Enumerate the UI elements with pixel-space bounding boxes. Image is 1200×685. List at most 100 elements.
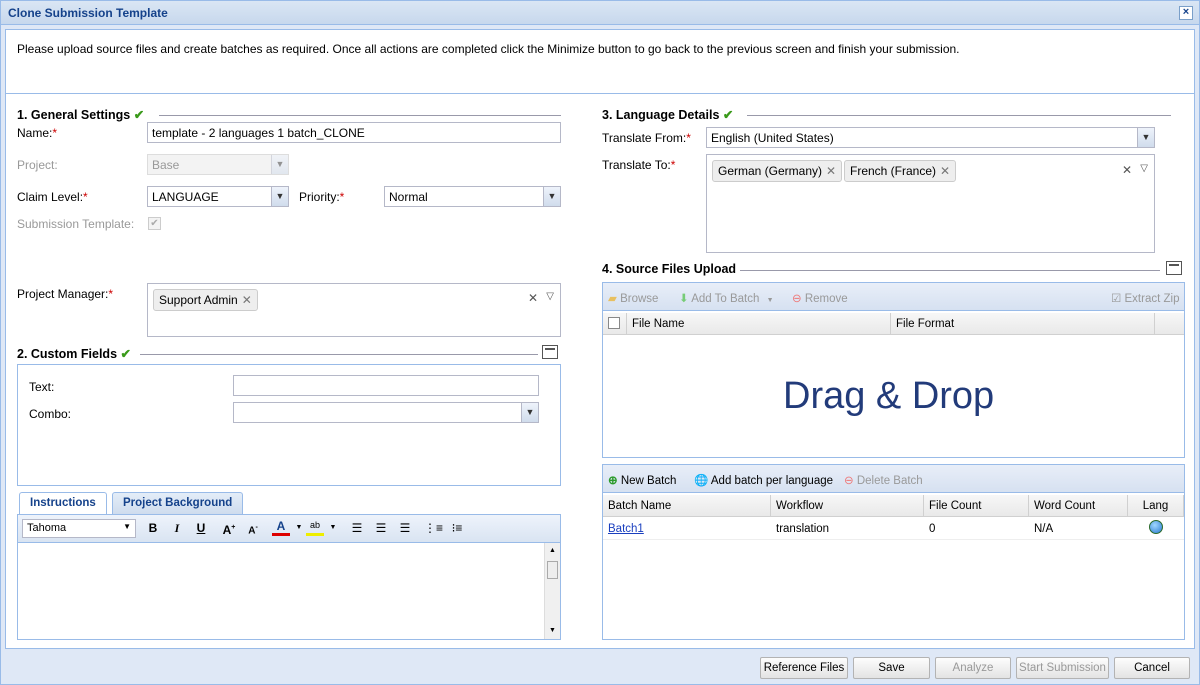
col-batch-name[interactable]: Batch Name bbox=[603, 495, 771, 516]
title-bar[interactable]: Clone Submission Template × bbox=[1, 1, 1199, 25]
workflow-cell: translation bbox=[776, 523, 830, 535]
font-color-icon[interactable]: A bbox=[272, 519, 290, 536]
underline-icon[interactable]: U bbox=[192, 519, 210, 537]
project-label: Project: bbox=[17, 158, 58, 172]
collapse-icon[interactable] bbox=[542, 345, 558, 359]
unordered-list-icon[interactable]: ⁝≡ bbox=[448, 519, 466, 537]
analyze-button[interactable]: Analyze bbox=[935, 657, 1011, 679]
batch-grid-header: Batch Name Workflow File Count Word Coun… bbox=[603, 495, 1184, 517]
divider bbox=[740, 270, 1160, 271]
arrow-down-icon: ⬇ bbox=[679, 293, 689, 305]
editor-text-area[interactable] bbox=[18, 543, 544, 639]
font-size-down-icon[interactable]: A- bbox=[244, 519, 262, 537]
extract-zip-checkbox[interactable]: ☑ Extract Zip bbox=[1111, 291, 1179, 305]
language-details-heading: 3. Language Details ✔ bbox=[602, 107, 733, 122]
priority-select[interactable]: Normal ▼ bbox=[384, 186, 561, 207]
new-batch-button[interactable]: ⊕ New Batch bbox=[608, 473, 676, 487]
custom-fields-title: 2. Custom Fields bbox=[17, 347, 118, 361]
upload-toolbar: ▰ Browse ⬇ Add To Batch ▼ ⊖ Remove ☑ Ext… bbox=[603, 283, 1184, 311]
chevron-down-icon[interactable]: ▽ bbox=[1140, 163, 1148, 174]
col-file-count[interactable]: File Count bbox=[924, 495, 1029, 516]
bold-icon[interactable]: B bbox=[144, 519, 162, 537]
translate-to-input[interactable]: German (Germany) ✕ French (France) ✕ ✕ ▽ bbox=[706, 154, 1155, 253]
chevron-down-icon[interactable]: ▽ bbox=[546, 291, 554, 302]
name-input[interactable]: template - 2 languages 1 batch_CLONE bbox=[147, 122, 561, 143]
clear-icon[interactable]: ✕ bbox=[1122, 163, 1132, 177]
scroll-thumb[interactable] bbox=[547, 561, 558, 579]
text-field-label: Text: bbox=[29, 380, 55, 394]
col-word-count[interactable]: Word Count bbox=[1029, 495, 1128, 516]
chevron-down-icon[interactable]: ▼ bbox=[271, 187, 288, 206]
general-settings-heading: 1. General Settings ✔ bbox=[17, 107, 144, 122]
chevron-down-icon[interactable]: ▼ bbox=[1137, 128, 1154, 147]
chevron-down-icon[interactable]: ▼ bbox=[543, 187, 560, 206]
project-manager-input[interactable]: Support Admin ✕ ✕ ▽ bbox=[147, 283, 561, 337]
submission-template-checkbox: ✔ bbox=[148, 217, 161, 230]
claim-level-select[interactable]: LANGUAGE ▼ bbox=[147, 186, 289, 207]
font-select[interactable]: Tahoma ▼ bbox=[22, 519, 136, 538]
source-files-heading: 4. Source Files Upload bbox=[602, 262, 737, 276]
col-file-name[interactable]: File Name bbox=[627, 313, 891, 334]
files-grid-header: File Name File Format bbox=[603, 313, 1184, 335]
tab-project-background[interactable]: Project Background bbox=[112, 492, 244, 514]
close-icon[interactable]: × bbox=[1179, 6, 1193, 20]
info-panel: Please upload source files and create ba… bbox=[6, 30, 1194, 94]
add-to-batch-button[interactable]: ⬇ Add To Batch ▼ bbox=[679, 291, 774, 305]
align-left-icon[interactable]: ☰ bbox=[348, 519, 366, 537]
remove-tag-icon[interactable]: ✕ bbox=[940, 164, 950, 178]
name-label: Name:* bbox=[17, 126, 58, 140]
checkbox-icon: ☑ bbox=[1111, 293, 1122, 305]
chevron-down-icon[interactable]: ▼ bbox=[324, 519, 342, 537]
ordered-list-icon[interactable]: ⋮≡ bbox=[424, 519, 443, 537]
globe-icon[interactable] bbox=[1149, 520, 1163, 534]
combo-field-select[interactable]: ▼ bbox=[233, 402, 539, 423]
add-batch-per-language-button[interactable]: 🌐 Add batch per language bbox=[694, 473, 833, 487]
translate-from-select[interactable]: English (United States) ▼ bbox=[706, 127, 1155, 148]
tag-german: German (Germany) ✕ bbox=[712, 160, 843, 182]
translate-to-label: Translate To:* bbox=[602, 158, 676, 172]
text-field-input[interactable] bbox=[233, 375, 539, 396]
col-workflow[interactable]: Workflow bbox=[771, 495, 924, 516]
divider bbox=[140, 354, 538, 355]
cancel-button[interactable]: Cancel bbox=[1114, 657, 1190, 679]
dialog-window: Clone Submission Template × Please uploa… bbox=[0, 0, 1200, 685]
scroll-up-icon[interactable]: ▲ bbox=[549, 547, 556, 554]
custom-fields-panel: Text: Combo: ▼ bbox=[17, 364, 561, 486]
align-center-icon[interactable]: ☰ bbox=[372, 519, 390, 537]
batch-toolbar: ⊕ New Batch 🌐 Add batch per language ⊖ D… bbox=[603, 465, 1184, 493]
save-button[interactable]: Save bbox=[853, 657, 930, 679]
editor-scrollbar[interactable]: ▲ ▼ bbox=[544, 543, 560, 639]
italic-icon[interactable]: I bbox=[168, 519, 186, 537]
table-row[interactable]: Batch1 translation 0 N/A bbox=[603, 518, 1184, 540]
scroll-down-icon[interactable]: ▼ bbox=[549, 627, 556, 634]
tab-instructions[interactable]: Instructions bbox=[19, 492, 107, 514]
select-all-checkbox[interactable] bbox=[603, 313, 627, 334]
col-lang[interactable]: Lang bbox=[1128, 495, 1184, 516]
info-text: Please upload source files and create ba… bbox=[17, 42, 960, 56]
col-file-format[interactable]: File Format bbox=[891, 313, 1155, 334]
word-count-cell: N/A bbox=[1034, 523, 1054, 535]
remove-tag-icon[interactable]: ✕ bbox=[242, 293, 252, 307]
remove-button[interactable]: ⊖ Remove bbox=[792, 291, 848, 305]
align-right-icon[interactable]: ☰ bbox=[396, 519, 414, 537]
browse-button[interactable]: ▰ Browse bbox=[608, 291, 658, 305]
drag-drop-zone[interactable]: Drag & Drop bbox=[783, 375, 994, 418]
project-manager-label: Project Manager:* bbox=[17, 287, 114, 301]
remove-icon: ⊖ bbox=[844, 475, 854, 487]
delete-batch-button[interactable]: ⊖ Delete Batch bbox=[844, 473, 923, 487]
custom-fields-heading: 2. Custom Fields ✔ bbox=[17, 346, 131, 361]
reference-files-button[interactable]: Reference Files bbox=[760, 657, 848, 679]
batch-name-link[interactable]: Batch1 bbox=[608, 523, 644, 535]
chevron-down-icon[interactable]: ▼ bbox=[521, 403, 538, 422]
highlight-color-icon[interactable]: ab bbox=[306, 519, 324, 536]
start-submission-button[interactable]: Start Submission bbox=[1016, 657, 1109, 679]
collapse-icon[interactable] bbox=[1166, 261, 1182, 275]
tag-support-admin: Support Admin ✕ bbox=[153, 289, 258, 311]
tag-french: French (France) ✕ bbox=[844, 160, 957, 182]
check-icon: ✔ bbox=[722, 108, 734, 122]
clear-icon[interactable]: ✕ bbox=[528, 291, 538, 305]
font-size-up-icon[interactable]: A+ bbox=[220, 519, 238, 537]
dialog-body: Please upload source files and create ba… bbox=[5, 29, 1195, 649]
chevron-down-icon: ▼ bbox=[123, 522, 131, 531]
remove-tag-icon[interactable]: ✕ bbox=[826, 164, 836, 178]
